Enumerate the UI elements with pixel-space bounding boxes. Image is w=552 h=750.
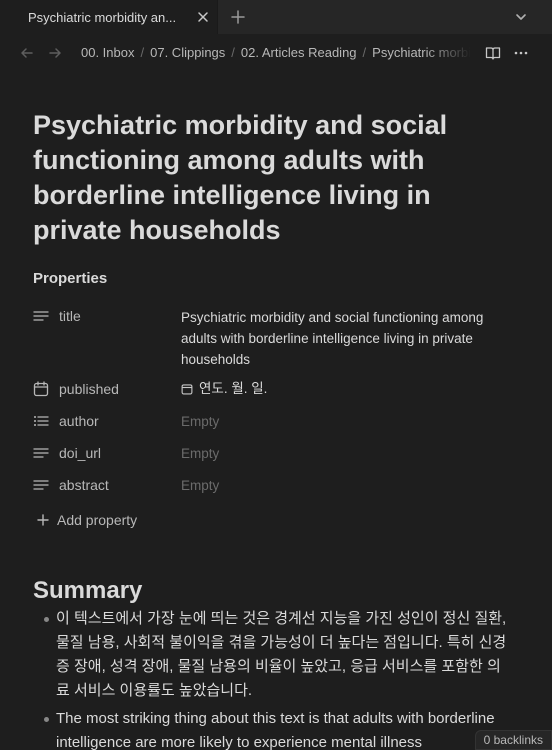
property-key[interactable]: title xyxy=(59,308,81,324)
properties-heading[interactable]: Properties xyxy=(33,270,107,287)
property-value-empty[interactable]: Empty xyxy=(181,446,511,462)
property-key[interactable]: abstract xyxy=(59,477,109,493)
summary-heading[interactable]: Summary xyxy=(33,577,142,605)
text-lines-icon xyxy=(33,448,49,458)
more-options-icon[interactable] xyxy=(514,45,528,61)
list-icon xyxy=(34,416,49,426)
text-lines-icon xyxy=(33,480,49,490)
note-content: Psychiatric morbidity and social functio… xyxy=(0,72,552,750)
tab-title: Psychiatric morbidity an... xyxy=(28,9,177,25)
breadcrumb-item-articles-reading[interactable]: 02. Articles Reading xyxy=(241,45,357,60)
tab-bar: Psychiatric morbidity an... xyxy=(0,0,552,34)
breadcrumb-item-current-note[interactable]: Psychiatric morbidity and social functio… xyxy=(372,45,471,60)
summary-list: 이 텍스트에서 가장 눈에 띄는 것은 경계선 지능을 가진 성인이 정신 질환… xyxy=(44,607,514,750)
plus-icon xyxy=(37,514,49,526)
tab-active-note[interactable]: Psychiatric morbidity an... xyxy=(0,0,218,34)
book-open-icon[interactable] xyxy=(485,45,501,61)
breadcrumb-item-inbox[interactable]: 00. Inbox xyxy=(81,45,135,60)
breadcrumb-separator: / xyxy=(362,45,367,60)
chevron-down-icon[interactable] xyxy=(514,10,528,24)
property-value[interactable]: Psychiatric morbidity and social functio… xyxy=(181,307,511,370)
date-value: 연도. 월. 일. xyxy=(199,381,268,396)
breadcrumb: 00. Inbox / 07. Clippings / 02. Articles Rea… xyxy=(81,45,471,63)
list-item[interactable]: 이 텍스트에서 가장 눈에 띄는 것은 경계선 지능을 가진 성인이 정신 질환… xyxy=(44,607,514,703)
close-icon[interactable] xyxy=(196,10,210,24)
arrow-left-icon[interactable] xyxy=(20,46,34,60)
arrow-right-icon[interactable] xyxy=(48,46,62,60)
backlinks-status[interactable]: 0 backlinks xyxy=(474,730,552,750)
breadcrumb-separator: / xyxy=(231,45,235,60)
property-key[interactable]: author xyxy=(59,413,99,429)
calendar-icon xyxy=(181,384,193,395)
plus-icon[interactable] xyxy=(229,8,247,26)
add-property-button[interactable]: Add property xyxy=(37,512,137,528)
list-item[interactable]: The most striking thing about this text … xyxy=(44,707,514,750)
property-key[interactable]: doi_url xyxy=(59,445,101,461)
navigation-bar: 00. Inbox / 07. Clippings / 02. Articles Rea… xyxy=(0,34,552,72)
property-value-empty[interactable]: Empty xyxy=(181,478,511,494)
breadcrumb-separator: / xyxy=(140,45,145,60)
calendar-icon xyxy=(33,381,49,397)
property-value-empty[interactable]: Empty xyxy=(181,414,511,430)
property-key[interactable]: published xyxy=(59,381,119,397)
text-lines-icon xyxy=(33,311,49,321)
date-picker[interactable]: 연도. 월. 일. xyxy=(181,381,511,397)
add-property-label: Add property xyxy=(57,512,138,528)
page-title[interactable]: Psychiatric morbidity and social functio… xyxy=(33,108,513,248)
breadcrumb-item-clippings[interactable]: 07. Clippings xyxy=(150,45,225,60)
